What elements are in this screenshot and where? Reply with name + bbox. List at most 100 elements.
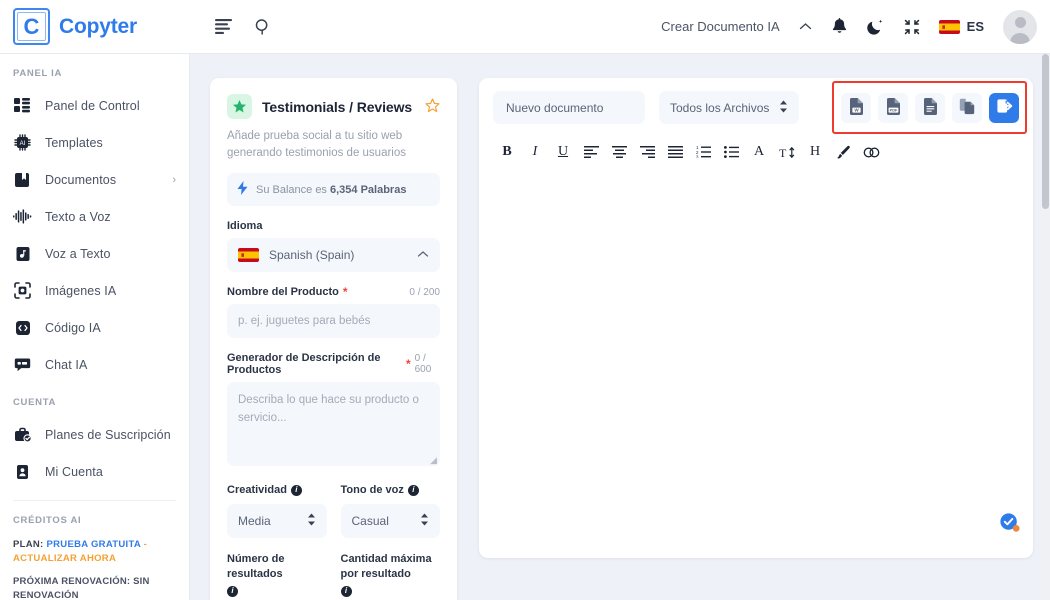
link-button[interactable] [857,140,885,164]
info-icon[interactable]: i [227,585,238,597]
plan-value: PRUEBA GRATUITA [46,539,141,550]
create-document-button[interactable]: Crear Documento IA [661,19,780,34]
page-title: Testimonials / Reviews [262,98,413,115]
info-icon[interactable]: i [290,485,302,497]
language-selector[interactable]: ES [938,19,984,34]
svg-text:AI: AI [20,141,26,147]
star-outline-icon[interactable] [425,97,440,116]
creativity-label-text: Creatividad [227,484,287,497]
info-icon[interactable]: i [407,485,419,497]
svg-text:PDF: PDF [889,107,897,112]
language-label-text: Idioma [227,220,263,233]
page-scrollbar[interactable] [1041,54,1050,600]
creativity-select[interactable]: Media [227,504,327,539]
sidebar-item-imagenes-ia[interactable]: Imágenes IA [0,272,189,309]
sidebar: PANEL IA Panel de Control AI Templates D… [0,54,190,600]
header-right-controls: Crear Documento IA ES [661,9,1050,44]
language-select-value: Spanish (Spain) [269,248,355,263]
italic-button[interactable]: I [521,140,549,164]
sidebar-item-label: Voz a Texto [45,246,111,261]
balance-badge: Su Balance es 6,354 Palabras [227,173,440,207]
logo-letter: C [23,13,40,39]
scrollbar-thumb[interactable] [1042,54,1049,209]
bell-icon[interactable] [831,17,848,36]
text-file-icon [923,97,938,118]
font-size-button[interactable]: T [773,140,801,164]
required-marker: * [405,357,411,372]
file-filter-select[interactable]: Todos los Archivos [659,91,799,124]
chevron-up-icon [417,250,429,261]
sidebar-section-credits: CRÉDITOS AI [13,515,82,526]
product-description-label-text: Generador de Descripción de Productos [227,352,381,377]
unordered-list-button[interactable] [717,140,745,164]
save-document-icon [996,98,1013,117]
hamburger-icon[interactable] [215,19,234,34]
underline-button[interactable]: U [549,140,577,164]
main-content: Testimonials / Reviews Añade prueba soci… [190,54,1050,600]
sidebar-item-texto-a-voz[interactable]: Texto a Voz [0,198,189,235]
chevron-up-icon[interactable] [799,22,812,31]
form-card-header: Testimonials / Reviews [227,94,440,119]
save-document-button[interactable] [989,92,1019,123]
product-description-label: Generador de Descripción de Productos * … [227,352,440,376]
align-right-button[interactable] [633,140,661,164]
product-name-input[interactable] [227,304,440,339]
pdf-file-icon: PDF [886,97,901,118]
brush-button[interactable] [829,140,857,164]
compress-icon[interactable] [904,19,920,35]
camera-icon [13,281,32,300]
sidebar-item-mi-cuenta[interactable]: Mi Cuenta [0,453,189,490]
copy-button[interactable] [952,92,982,123]
ordered-list-button[interactable]: 123 [689,140,717,164]
export-word-button[interactable]: W [841,92,871,123]
audio-file-icon [13,244,32,263]
document-name-input[interactable] [493,91,645,124]
avatar[interactable] [1003,9,1037,44]
sidebar-item-codigo-ia[interactable]: Código IA [0,309,189,346]
brand-name: Copyter [59,14,137,38]
balance-value: 6,354 Palabras [330,183,407,196]
sidebar-item-voz-a-texto[interactable]: Voz a Texto [0,235,189,272]
waveform-icon [13,207,32,226]
language-select[interactable]: Spanish (Spain) [227,238,440,273]
align-center-button[interactable] [605,140,633,164]
product-description-counter: 0 / 600 [414,353,432,376]
creativity-label: Creatividad i [227,483,327,498]
generator-form-card: Testimonials / Reviews Añade prueba soci… [210,78,457,600]
word-file-icon: W [849,97,864,118]
header-left-controls [190,18,272,36]
updown-arrows-icon [307,513,316,529]
heading-button[interactable]: H [801,140,829,164]
sidebar-section-account: CUENTA [13,397,57,408]
app-root: C Copyter Crear Documento IA ES PANEL IA… [0,0,1050,600]
product-description-textarea[interactable] [227,382,440,467]
export-actions-group: W PDF [832,80,1027,134]
moon-icon[interactable] [866,18,885,36]
sidebar-item-chat-ia[interactable]: Chat IA [0,346,189,383]
language-label: Idioma [227,220,440,232]
bold-button[interactable]: B [493,140,521,164]
file-filter-value: Todos los Archivos [670,100,770,115]
sidebar-divider [13,500,176,501]
plan-dash: - [143,539,148,550]
sidebar-item-documentos[interactable]: Documentos › [0,161,189,198]
align-justify-button[interactable] [661,140,689,164]
sidebar-item-label: Panel de Control [45,98,140,113]
brand-logo[interactable]: C Copyter [0,8,190,45]
plan-upgrade-link[interactable]: ACTUALIZAR AHORA [13,553,116,564]
sidebar-item-panel-de-control[interactable]: Panel de Control [0,87,189,124]
export-text-button[interactable] [915,92,945,123]
sidebar-item-planes-de-suscripcion[interactable]: Planes de Suscripción [0,416,189,453]
results-amount-row: Número de resultados i Cantidad máxima p… [227,538,440,600]
font-color-button[interactable]: A [745,140,773,164]
sidebar-item-templates[interactable]: AI Templates [0,124,189,161]
export-pdf-button[interactable]: PDF [878,92,908,123]
info-icon[interactable]: i [340,585,352,597]
briefcase-check-icon [13,425,32,444]
product-name-label: Nombre del Producto * 0 / 200 [227,286,440,298]
sidebar-item-label: Planes de Suscripción [45,427,171,442]
tone-select[interactable]: Casual [340,504,440,539]
search-icon[interactable] [254,18,272,36]
align-left-button[interactable] [577,140,605,164]
id-card-icon [13,462,32,481]
